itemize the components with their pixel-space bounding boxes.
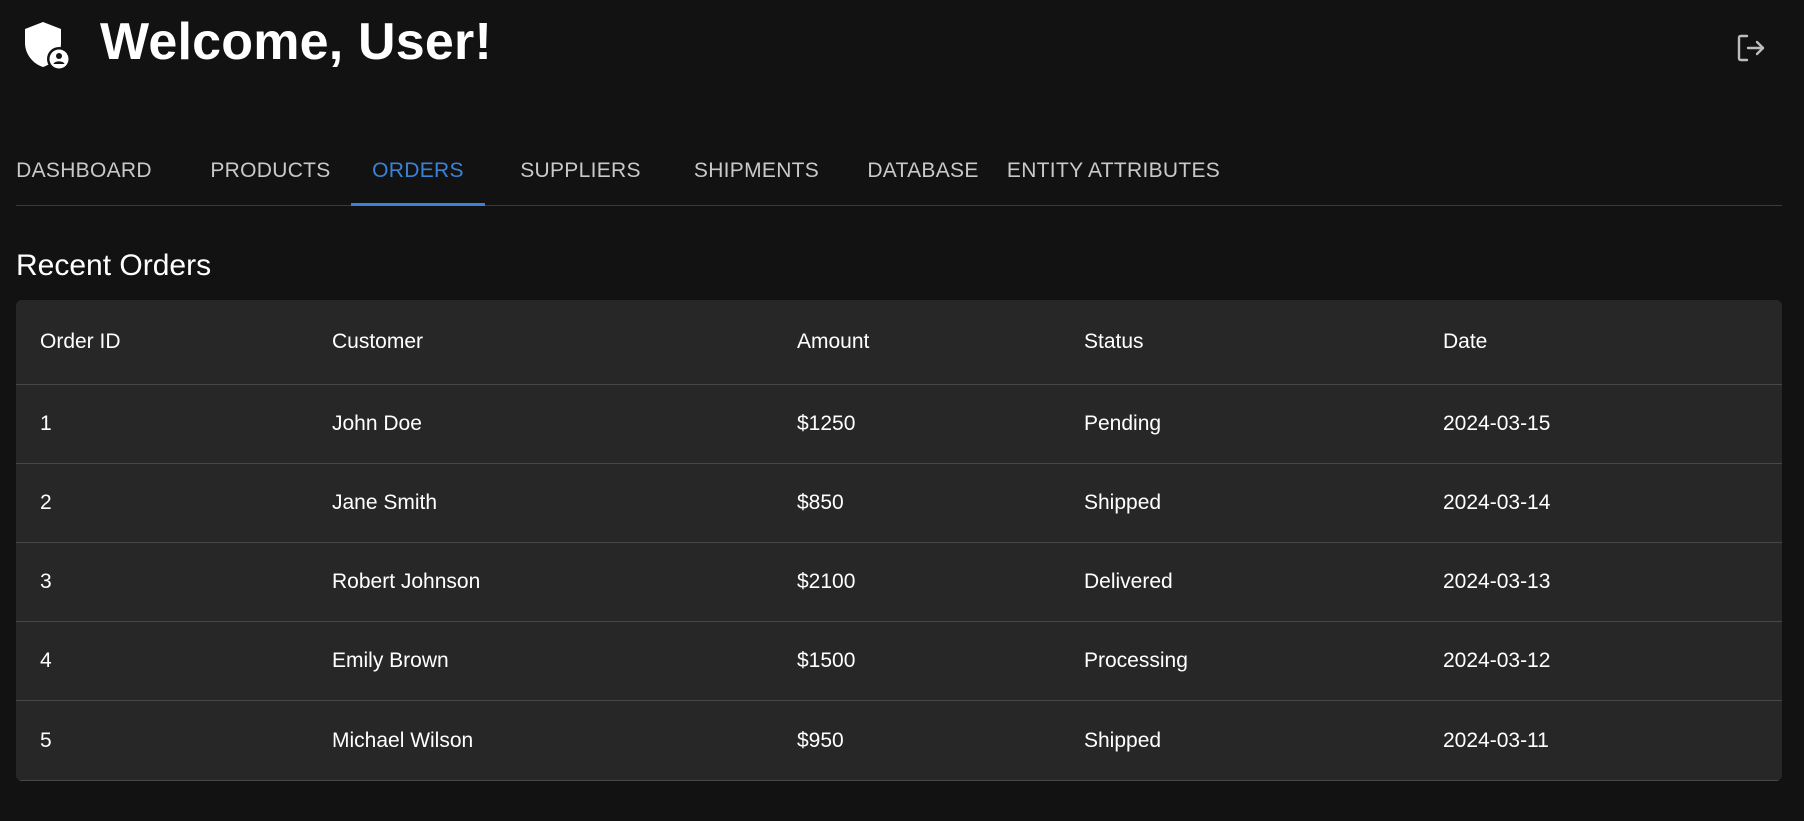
cell-customer: Michael Wilson	[332, 728, 474, 752]
cell-amount: $1500	[797, 649, 856, 672]
table-row: 3 Robert Johnson $2100 Delivered 2024-03…	[16, 543, 1782, 622]
column-header-date: Date	[1443, 330, 1488, 353]
tab-suppliers[interactable]: SUPPLIERS	[498, 136, 663, 206]
active-tab-indicator	[351, 203, 485, 206]
orders-table: Order ID Customer Amount Status Date 1 J…	[16, 300, 1782, 781]
column-header-customer: Customer	[332, 330, 424, 353]
cell-customer: Jane Smith	[332, 491, 438, 514]
welcome-heading: Welcome, User!	[100, 13, 492, 71]
cell-status: Shipped	[1084, 491, 1162, 514]
section-title: Recent Orders	[16, 249, 212, 282]
tab-database[interactable]: DATABASE	[843, 136, 1003, 206]
cell-date: 2024-03-15	[1443, 412, 1551, 435]
column-header-amount: Amount	[797, 330, 870, 353]
cell-amount: $1250	[797, 412, 856, 435]
main-tabs: DASHBOARD PRODUCTS ORDERS SUPPLIERS SHIP…	[16, 136, 1782, 206]
cell-date: 2024-03-13	[1443, 570, 1551, 593]
table-header-row: Order ID Customer Amount Status Date	[16, 300, 1782, 385]
cell-status: Pending	[1084, 412, 1162, 435]
cell-order-id: 3	[40, 570, 52, 593]
tab-products[interactable]: PRODUCTS	[198, 136, 343, 206]
cell-order-id: 4	[40, 649, 52, 672]
cell-order-id: 5	[40, 728, 52, 752]
table-row: 4 Emily Brown $1500 Processing 2024-03-1…	[16, 622, 1782, 701]
logout-icon[interactable]	[1733, 30, 1769, 66]
table-row: 2 Jane Smith $850 Shipped 2024-03-14	[16, 464, 1782, 543]
cell-order-id: 1	[40, 412, 52, 435]
cell-status: Delivered	[1084, 570, 1173, 593]
tab-entity-attributes[interactable]: ENTITY ATTRIBUTES	[991, 136, 1236, 206]
cell-order-id: 2	[40, 491, 52, 514]
column-header-status: Status	[1084, 330, 1144, 353]
cell-amount: $850	[797, 491, 844, 514]
cell-customer: Emily Brown	[332, 649, 449, 672]
cell-amount: $2100	[797, 570, 856, 593]
table-row: 5 Michael Wilson $950 Shipped 2024-03-11	[16, 701, 1782, 781]
tab-dashboard[interactable]: DASHBOARD	[16, 136, 152, 206]
table-row: 1 John Doe $1250 Pending 2024-03-15	[16, 385, 1782, 464]
cell-amount: $950	[797, 728, 844, 752]
cell-customer: Robert Johnson	[332, 570, 481, 593]
app-header: Welcome, User!	[0, 0, 1804, 110]
column-header-order-id: Order ID	[40, 330, 121, 353]
cell-customer: John Doe	[332, 412, 422, 435]
cell-status: Shipped	[1084, 728, 1162, 752]
cell-date: 2024-03-14	[1443, 491, 1551, 514]
cell-date: 2024-03-12	[1443, 649, 1551, 672]
shield-user-icon	[20, 20, 72, 72]
tab-shipments[interactable]: SHIPMENTS	[669, 136, 844, 206]
tab-orders[interactable]: ORDERS	[351, 136, 485, 206]
cell-status: Processing	[1084, 649, 1188, 672]
cell-date: 2024-03-11	[1443, 728, 1549, 752]
